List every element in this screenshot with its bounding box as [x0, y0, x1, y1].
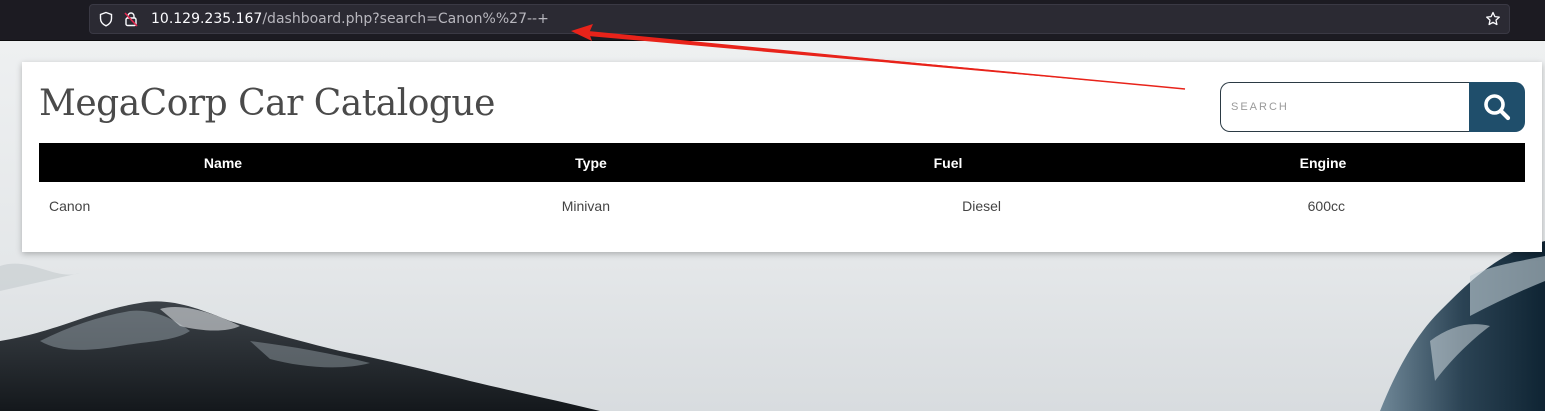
search-icon	[1484, 94, 1511, 121]
browser-toolbar: 10.129.235.167/dashboard.php?search=Cano…	[0, 0, 1545, 41]
header-name: Name	[39, 143, 407, 182]
table-header-row: Name Type Fuel Engine	[39, 143, 1525, 182]
table-row: Canon Minivan Diesel 600cc	[39, 182, 1525, 230]
header-engine: Engine	[1121, 143, 1525, 182]
header-type: Type	[407, 143, 775, 182]
url-path: /dashboard.php?search=Canon%%27--+	[262, 11, 549, 27]
address-bar[interactable]: 10.129.235.167/dashboard.php?search=Cano…	[89, 4, 1510, 34]
cell-fuel: Diesel	[962, 198, 1001, 214]
cell-type: Minivan	[561, 198, 610, 214]
url-host: 10.129.235.167	[151, 11, 263, 27]
insecure-lock-icon[interactable]	[123, 11, 139, 27]
header-fuel: Fuel	[775, 143, 1121, 182]
shield-icon[interactable]	[98, 11, 114, 27]
bookmark-star-icon[interactable]	[1485, 11, 1501, 27]
cell-name: Canon	[49, 198, 91, 214]
search-form	[1220, 82, 1525, 132]
search-button[interactable]	[1469, 82, 1525, 132]
search-input[interactable]	[1220, 82, 1470, 132]
page-title: MegaCorp Car Catalogue	[39, 83, 495, 124]
cell-engine: 600cc	[1307, 198, 1345, 214]
catalogue-card: MegaCorp Car Catalogue Name Type Fuel En…	[22, 62, 1542, 252]
url-text[interactable]: 10.129.235.167/dashboard.php?search=Cano…	[151, 11, 549, 27]
catalogue-table: Name Type Fuel Engine Canon Minivan Dies…	[39, 143, 1525, 230]
